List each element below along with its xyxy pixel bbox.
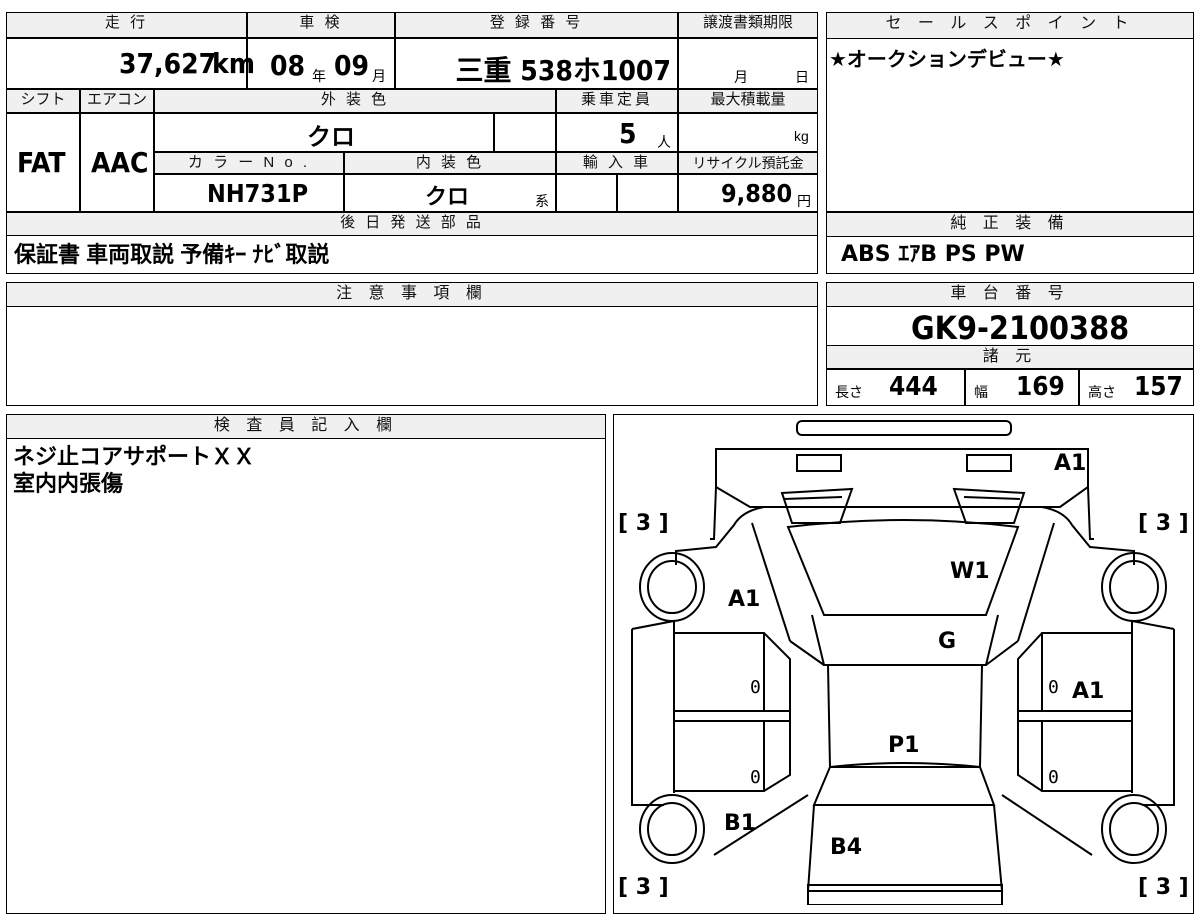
mark-right-front-door: A1 — [1072, 679, 1105, 704]
exterior-color-cell: クロ — [154, 113, 494, 152]
length-value: 444 — [889, 372, 938, 402]
deadline-day-unit: 日 — [795, 69, 809, 85]
shift-cell: FAT — [6, 113, 80, 212]
mark-roof: P1 — [888, 733, 920, 758]
sales-point-value: ★オークションデビュー★ — [829, 49, 1065, 71]
tire-grade-front-left: [ 3 ] — [618, 511, 669, 536]
zero-right-rear: 0 — [1048, 767, 1059, 788]
length-label: 長さ — [835, 384, 863, 400]
inspection-cell: 08 年 09 月 — [247, 38, 395, 89]
recycle-value: 9,880 — [721, 179, 793, 208]
exterior-color-extra-cell — [494, 113, 556, 152]
interior-color-cell: クロ 系 — [344, 174, 556, 212]
mileage-label: 走 行 — [6, 12, 247, 38]
recycle-cell: 9,880 円 — [678, 174, 818, 212]
mileage-cell: 37,627 km — [6, 38, 255, 89]
height-value: 157 — [1134, 372, 1183, 402]
registration-cell: 三重 538ホ1007 — [395, 38, 678, 89]
capacity-value: 5 — [619, 117, 637, 150]
color-no-value: NH731P — [207, 179, 309, 208]
width-value: 169 — [1016, 372, 1065, 402]
genuine-equipment-panel: 純 正 装 備 ABS ｴｱB PS PW — [826, 212, 1194, 274]
aircon-value: AAC — [91, 146, 149, 179]
inspection-month: 09 — [334, 49, 370, 82]
mark-left-front-fender: A1 — [728, 587, 761, 612]
mark-front-bumper: A1 — [1054, 451, 1087, 476]
aircon-label: エアコン — [80, 89, 154, 113]
zero-right-front: 0 — [1048, 677, 1059, 698]
tire-grade-rear-left: [ 3 ] — [618, 875, 669, 900]
chassis-number-value: GK9-2100388 — [911, 309, 1130, 347]
length-cell: 長さ 444 — [827, 369, 965, 406]
shift-label: シフト — [6, 89, 80, 113]
exterior-color-label: 外 装 色 — [154, 89, 556, 113]
tire-grade-front-right: [ 3 ] — [1138, 511, 1189, 536]
specs-label: 諸 元 — [827, 345, 1193, 369]
inspector-panel: 検 査 員 記 入 欄 ネジ止コアサポートＸＸ 室内内張傷 — [6, 414, 606, 914]
interior-color-label: 内 装 色 — [344, 152, 556, 174]
aircon-cell: AAC — [80, 113, 154, 212]
inspector-line-1: ネジ止コアサポートＸＸ — [13, 444, 256, 469]
max-load-cell: kg — [678, 113, 818, 152]
width-label: 幅 — [974, 384, 988, 400]
recycle-unit: 円 — [797, 193, 811, 209]
deadline-month-unit: 月 — [734, 69, 748, 85]
max-load-label: 最大積載量 — [678, 89, 818, 113]
genuine-equipment-value: ABS ｴｱB PS PW — [841, 242, 1025, 267]
sales-point-panel: セ ー ル ス ポ イ ン ト ★オークションデビュー★ — [826, 12, 1194, 212]
transfer-deadline-label: 譲渡書類期限 — [678, 12, 818, 38]
later-parts-value: 保証書 車両取説 予備ｷｰ ﾅﾋﾞ取説 — [14, 242, 330, 267]
mark-windshield: W1 — [950, 559, 990, 584]
zero-left-rear: 0 — [750, 767, 761, 788]
notes-label: 注 意 事 項 欄 — [7, 283, 817, 307]
zero-left-front: 0 — [750, 677, 761, 698]
registration-label: 登 録 番 号 — [395, 12, 678, 38]
mileage-value: 37,627 — [119, 47, 217, 80]
notes-panel: 注 意 事 項 欄 — [6, 282, 818, 406]
car-outline-diagram — [631, 420, 1175, 905]
interior-color-value: クロ — [425, 185, 470, 210]
capacity-unit: 人 — [657, 134, 671, 150]
recycle-label: リサイクル預託金 — [678, 152, 818, 174]
genuine-equipment-label: 純 正 装 備 — [827, 213, 1193, 237]
color-no-cell: NH731P — [154, 174, 344, 212]
mark-left-rear: B1 — [724, 811, 757, 836]
registration-value: 三重 538ホ1007 — [455, 54, 671, 87]
max-load-unit: kg — [794, 128, 809, 144]
inspection-year-unit: 年 — [312, 68, 326, 84]
import-cell-b — [617, 174, 678, 212]
capacity-cell: 5 人 — [556, 113, 678, 152]
transfer-deadline-cell: 月 日 — [678, 38, 818, 89]
color-no-label: カ ラ ー N o . — [154, 152, 344, 174]
interior-color-suffix: 系 — [535, 193, 549, 209]
chassis-number-label: 車 台 番 号 — [827, 283, 1193, 307]
chassis-panel: 車 台 番 号 GK9-2100388 諸 元 長さ 444 幅 169 高さ … — [826, 282, 1194, 406]
inspection-month-unit: 月 — [372, 68, 386, 84]
import-cell-a — [556, 174, 617, 212]
inspector-line-2: 室内内張傷 — [13, 471, 124, 496]
height-label: 高さ — [1088, 384, 1116, 400]
later-parts-label: 後 日 発 送 部 品 — [6, 212, 818, 236]
import-label: 輸 入 車 — [556, 152, 678, 174]
shift-value: FAT — [17, 146, 66, 179]
inspection-label: 車 検 — [247, 12, 395, 38]
capacity-label: 乗車定員 — [556, 89, 678, 113]
mark-hood-area: G — [938, 629, 957, 654]
mark-rear: B4 — [830, 835, 863, 860]
tire-grade-rear-right: [ 3 ] — [1138, 875, 1189, 900]
width-cell: 幅 169 — [965, 369, 1079, 406]
inspection-year: 08 — [270, 49, 306, 82]
inspector-label: 検 査 員 記 入 欄 — [7, 415, 605, 439]
exterior-color-value: クロ — [307, 123, 355, 151]
height-cell: 高さ 157 — [1079, 369, 1193, 406]
damage-diagram-panel: A1 W1 A1 G A1 P1 B1 B4 [ 3 ] [ 3 ] [ 3 ]… — [613, 414, 1194, 914]
sales-point-label: セ ー ル ス ポ イ ン ト — [827, 13, 1193, 39]
